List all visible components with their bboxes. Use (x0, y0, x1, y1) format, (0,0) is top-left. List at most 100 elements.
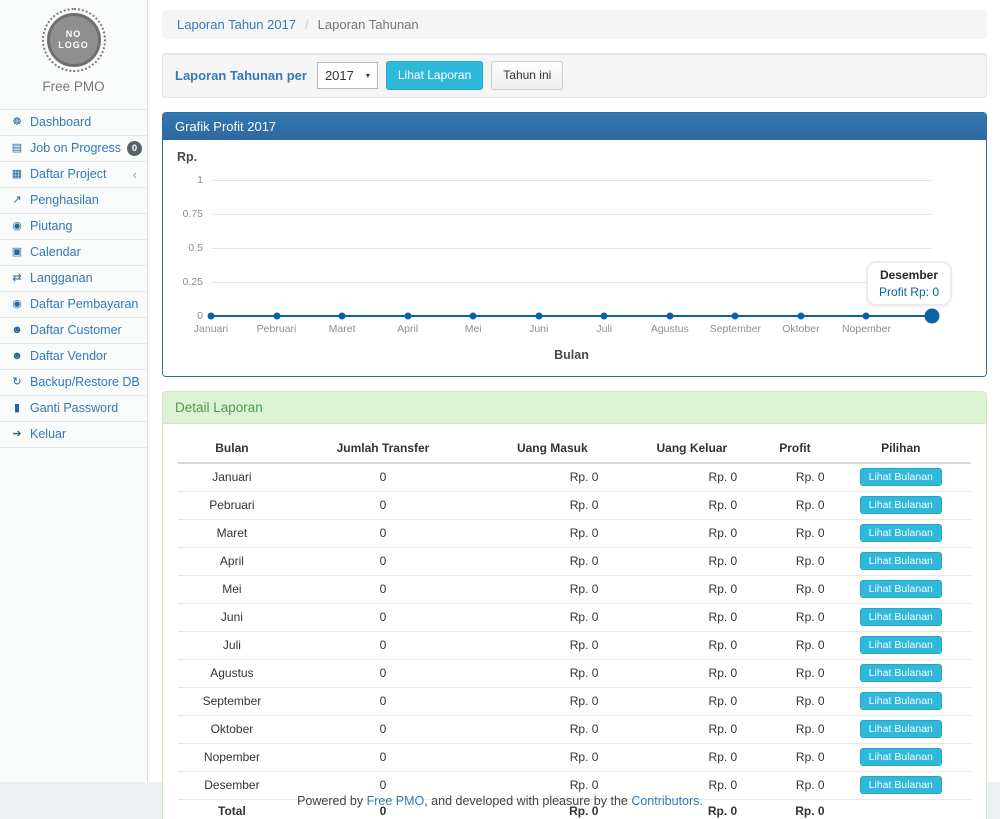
gridline (211, 214, 932, 215)
chart-panel-title: Grafik Profit 2017 (163, 113, 986, 140)
breadcrumb-link[interactable]: Laporan Tahun 2017 (177, 17, 296, 32)
lihat-bulanan-button[interactable]: Lihat Bulanan (860, 580, 942, 598)
x-axis-title: Bulan (211, 348, 932, 362)
sidebar-item-piutang[interactable]: ◉Piutang (0, 214, 147, 240)
profit-cell: Rp. 0 (759, 547, 830, 575)
sidebar-item-daftar-project[interactable]: ▦Daftar Project‹ (0, 162, 147, 188)
table-row: Januari0Rp. 0Rp. 0Rp. 0Lihat Bulanan (178, 463, 971, 492)
refresh-icon: ↻ (10, 374, 24, 391)
x-tick-label: Mei (465, 323, 482, 335)
count-badge: 0 (127, 141, 142, 156)
sidebar-item-label: Ganti Password (30, 400, 118, 417)
uang-masuk-cell: Rp. 0 (480, 715, 624, 743)
uang-masuk-cell: Rp. 0 (480, 603, 624, 631)
sidebar-item-label: Daftar Vendor (30, 348, 107, 365)
uang-keluar-cell: Rp. 0 (624, 687, 759, 715)
lihat-bulanan-button[interactable]: Lihat Bulanan (860, 608, 942, 626)
sidebar-item-daftar-vendor[interactable]: ☻Daftar Vendor (0, 344, 147, 370)
caret-down-icon: ▾ (366, 71, 370, 80)
sidebar-item-penghasilan[interactable]: ↗Penghasilan (0, 188, 147, 214)
gridline (211, 180, 932, 181)
sidebar-item-daftar-pembayaran[interactable]: ◉Daftar Pembayaran (0, 292, 147, 318)
data-point (601, 312, 608, 319)
data-point (339, 312, 346, 319)
column-header: Uang Keluar (624, 434, 759, 463)
table-row: Juli0Rp. 0Rp. 0Rp. 0Lihat Bulanan (178, 631, 971, 659)
jumlah-transfer-cell: 0 (286, 603, 480, 631)
chevron-left-icon: ‹ (133, 170, 137, 180)
lihat-laporan-button[interactable]: Lihat Laporan (386, 61, 483, 90)
profit-chart-panel: Grafik Profit 2017 Rp. Desember Profit R… (162, 112, 987, 377)
lihat-bulanan-button[interactable]: Lihat Bulanan (860, 776, 942, 794)
jumlah-transfer-cell: 0 (286, 715, 480, 743)
sidebar-item-job-on-progress[interactable]: ▤Job on Progress0 (0, 136, 147, 162)
footer-prefix: Powered by (297, 794, 366, 808)
jumlah-transfer-cell: 0 (286, 491, 480, 519)
jumlah-transfer-cell: 0 (286, 463, 480, 492)
breadcrumb: Laporan Tahun 2017 / Laporan Tahunan (162, 10, 987, 39)
column-header: Uang Masuk (480, 434, 624, 463)
profit-series-line (211, 315, 932, 317)
data-point (863, 312, 870, 319)
footer-brand-link[interactable]: Free PMO (367, 794, 425, 808)
pilihan-cell: Lihat Bulanan (831, 631, 971, 659)
lihat-bulanan-button[interactable]: Lihat Bulanan (860, 720, 942, 738)
uang-masuk-cell: Rp. 0 (480, 575, 624, 603)
tahun-ini-button[interactable]: Tahun ini (491, 61, 563, 90)
lihat-bulanan-button[interactable]: Lihat Bulanan (860, 524, 942, 542)
sidebar-item-label: Backup/Restore DB (30, 374, 140, 391)
lihat-bulanan-button[interactable]: Lihat Bulanan (860, 692, 942, 710)
table-row: April0Rp. 0Rp. 0Rp. 0Lihat Bulanan (178, 547, 971, 575)
chart-tooltip: Desember Profit Rp: 0 (866, 261, 952, 306)
lihat-bulanan-button[interactable]: Lihat Bulanan (860, 468, 942, 486)
data-point (732, 312, 739, 319)
uang-masuk-cell: Rp. 0 (480, 547, 624, 575)
column-header: Profit (759, 434, 830, 463)
lihat-bulanan-button[interactable]: Lihat Bulanan (860, 664, 942, 682)
pilihan-cell: Lihat Bulanan (831, 771, 971, 799)
jumlah-transfer-cell: 0 (286, 631, 480, 659)
sidebar-item-keluar[interactable]: ➔Keluar (0, 422, 147, 448)
lihat-bulanan-button[interactable]: Lihat Bulanan (860, 496, 942, 514)
lihat-bulanan-button[interactable]: Lihat Bulanan (860, 552, 942, 570)
profit-cell: Rp. 0 (759, 743, 830, 771)
main-content: Laporan Tahun 2017 / Laporan Tahunan Lap… (148, 0, 1000, 782)
month-cell: Maret (178, 519, 286, 547)
month-cell: Mei (178, 575, 286, 603)
data-point (208, 312, 215, 319)
year-select[interactable]: 2017 ▾ (317, 62, 378, 89)
profit-cell: Rp. 0 (759, 491, 830, 519)
pilihan-cell: Lihat Bulanan (831, 743, 971, 771)
pilihan-cell: Lihat Bulanan (831, 463, 971, 492)
lock-icon: ▮ (10, 400, 24, 417)
data-point (470, 312, 477, 319)
profit-cell: Rp. 0 (759, 463, 830, 492)
uang-keluar-cell: Rp. 0 (624, 463, 759, 492)
data-point (535, 312, 542, 319)
sidebar-item-langganan[interactable]: ⇄Langganan (0, 266, 147, 292)
sign-out-icon: ➔ (10, 426, 24, 443)
x-tick-label: Juni (529, 323, 548, 335)
x-tick-label: Juli (596, 323, 612, 335)
profit-cell: Rp. 0 (759, 687, 830, 715)
report-controls-label: Laporan Tahunan per (175, 68, 307, 83)
sidebar-item-backup-restore-db[interactable]: ↻ Backup/Restore DB (0, 370, 147, 396)
lihat-bulanan-button[interactable]: Lihat Bulanan (860, 748, 942, 766)
data-point (404, 312, 411, 319)
sidebar-item-dashboard[interactable]: ☸Dashboard (0, 110, 147, 136)
lihat-bulanan-button[interactable]: Lihat Bulanan (860, 636, 942, 654)
uang-keluar-cell: Rp. 0 (624, 715, 759, 743)
data-point (797, 312, 804, 319)
x-tick-label: Januari (194, 323, 228, 335)
uang-masuk-cell: Rp. 0 (480, 743, 624, 771)
table-row: Maret0Rp. 0Rp. 0Rp. 0Lihat Bulanan (178, 519, 971, 547)
money-icon: ◉ (10, 296, 24, 313)
uang-masuk-cell: Rp. 0 (480, 631, 624, 659)
sidebar-item-ganti-password[interactable]: ▮ Ganti Password (0, 396, 147, 422)
sidebar-item-calendar[interactable]: ▣Calendar (0, 240, 147, 266)
uang-keluar-cell: Rp. 0 (624, 659, 759, 687)
footer-contributors-link[interactable]: Contributors. (631, 794, 703, 808)
table-row: Mei0Rp. 0Rp. 0Rp. 0Lihat Bulanan (178, 575, 971, 603)
breadcrumb-current: Laporan Tahunan (318, 17, 419, 32)
sidebar-item-daftar-customer[interactable]: ☻Daftar Customer (0, 318, 147, 344)
